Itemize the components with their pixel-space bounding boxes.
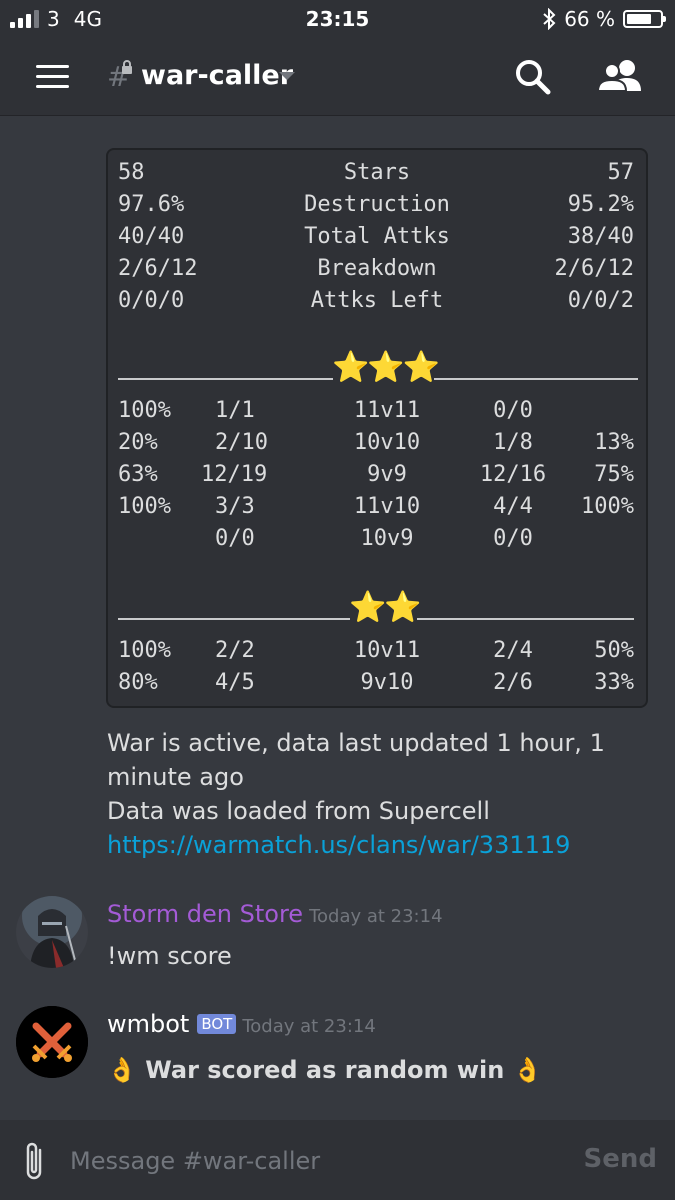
avatar[interactable]	[16, 896, 88, 968]
table-row: 63% 12/19 9v9 12/16 75%	[118, 462, 634, 487]
table-row: 0/0 10v9 0/0	[215, 526, 533, 551]
table-row: 100% 3/3 11v10 4/4 100%	[118, 494, 634, 519]
table-row: 20% 2/10 10v10 1/8 13%	[118, 430, 634, 455]
menu-icon[interactable]	[36, 65, 69, 89]
three-star-divider: ⭐⭐⭐	[118, 348, 638, 388]
message-header: Storm den Store Today at 23:14	[107, 900, 443, 928]
avatar[interactable]	[16, 1006, 88, 1078]
table-row: 80% 4/5 9v10 2/6 33%	[118, 670, 634, 695]
lock-icon	[122, 60, 132, 74]
summary-row-breakdown: 2/6/12 Breakdown 2/6/12	[118, 256, 634, 281]
timestamp: Today at 23:14	[309, 906, 443, 927]
chevron-down-icon[interactable]	[279, 72, 295, 80]
warmatch-link[interactable]: https://warmatch.us/clans/war/331119	[107, 828, 652, 862]
summary-row-attacks-left: 0/0/0 Attks Left 0/0/2	[118, 288, 634, 313]
summary-row-stars: 58 Stars 57	[118, 160, 634, 185]
ok-hand-icon: 👌	[107, 1056, 137, 1084]
battery-icon	[623, 10, 666, 28]
data-source-line: Data was loaded from Supercell	[107, 797, 490, 825]
message-header: wmbot BOT Today at 23:14	[107, 1010, 376, 1038]
username[interactable]: Storm den Store	[107, 900, 303, 928]
status-right: 66 %	[542, 7, 666, 31]
timestamp: Today at 23:14	[242, 1016, 376, 1037]
bot-badge: BOT	[197, 1014, 237, 1034]
paperclip-icon[interactable]	[20, 1140, 50, 1182]
message-text: !wm score	[107, 942, 232, 970]
war-status-line: War is active, data last updated 1 hour,…	[107, 729, 605, 791]
message-input[interactable]	[68, 1142, 572, 1180]
summary-row-total-attacks: 40/40 Total Attks 38/40	[118, 224, 634, 249]
summary-row-destruction: 97.6% Destruction 95.2%	[118, 192, 634, 217]
username[interactable]: wmbot	[107, 1010, 189, 1038]
ok-hand-icon: 👌	[512, 1056, 543, 1084]
two-star-icon: ⭐⭐	[349, 590, 422, 625]
members-icon[interactable]	[597, 57, 641, 95]
search-icon[interactable]	[514, 58, 552, 96]
war-score-codeblock: 58 Stars 57 97.6% Destruction 95.2% 40/4…	[106, 148, 648, 708]
crossed-swords-avatar-icon	[16, 1006, 88, 1078]
message-text: 👌 War scored as random win 👌	[107, 1056, 543, 1084]
table-row: 100% 2/2 10v11 2/4 50%	[118, 638, 634, 663]
bluetooth-icon	[543, 8, 556, 30]
three-star-icon: ⭐⭐⭐	[332, 350, 440, 385]
send-button[interactable]: Send	[584, 1144, 657, 1174]
two-star-divider: ⭐⭐	[118, 588, 638, 628]
channel-title[interactable]: war-caller	[141, 60, 293, 91]
message-composer: Send	[0, 1120, 675, 1200]
bot-message-text: War is active, data last updated 1 hour,…	[107, 726, 652, 862]
table-row: 100% 1/1 11v11 0/0	[118, 398, 533, 423]
score-result-text: War scored as random win	[145, 1056, 505, 1084]
knight-avatar-icon	[16, 896, 88, 968]
channel-header: # war-caller	[0, 38, 675, 116]
battery-percent: 66 %	[564, 7, 615, 31]
status-bar: 3 4G 23:15 66 %	[0, 0, 675, 38]
